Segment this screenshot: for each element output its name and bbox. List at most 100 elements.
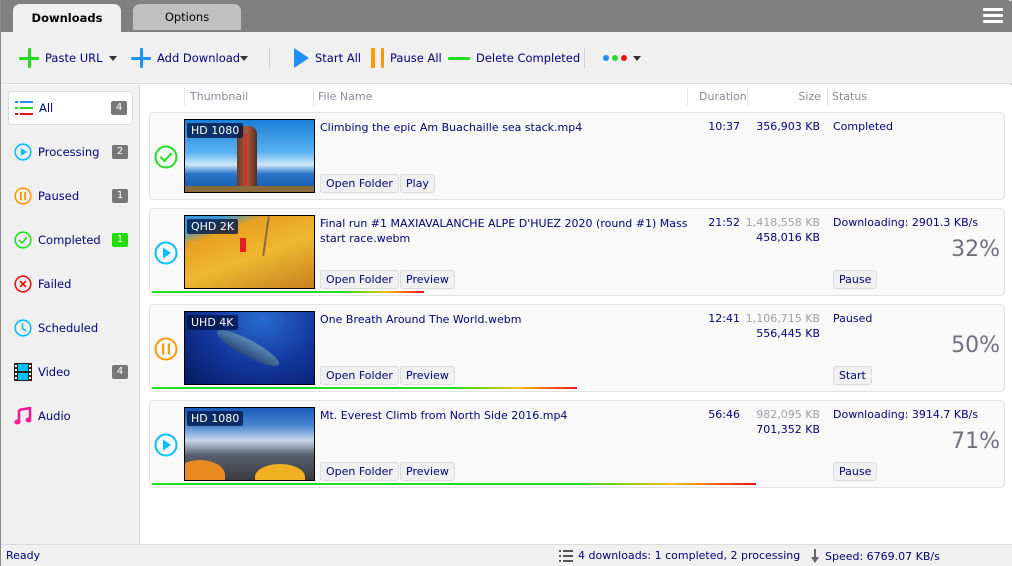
downloaded-size: 458,016 KB — [756, 231, 820, 244]
sidebar-item-scheduled[interactable]: Scheduled — [8, 311, 133, 345]
col-status[interactable]: Status — [832, 90, 867, 103]
check-circle-icon — [154, 145, 178, 169]
play-circle-icon[interactable] — [154, 433, 178, 457]
download-arrow-icon — [811, 549, 819, 563]
preview-button[interactable]: Preview — [400, 270, 455, 289]
downloads-list: Thumbnail File Name Duration Size Status… — [141, 85, 1012, 544]
add-download-label: Add Download — [157, 51, 241, 65]
video-thumbnail[interactable]: HD 1080 — [184, 407, 315, 481]
pause-circle-icon[interactable] — [154, 337, 178, 361]
status-text: Paused — [833, 312, 873, 325]
count-badge: 4 — [111, 101, 127, 115]
preview-button[interactable]: Preview — [400, 366, 455, 385]
quality-badge: QHD 2K — [187, 219, 239, 234]
hamburger-menu-icon[interactable] — [983, 8, 1003, 24]
file-name: Climbing the epic Am Buachaille sea stac… — [320, 121, 583, 134]
open-folder-button[interactable]: Open Folder — [320, 366, 399, 385]
download-row[interactable]: UHD 4K One Breath Around The World.webm … — [149, 304, 1005, 392]
download-row[interactable]: HD 1080 Mt. Everest Climb from North Sid… — [149, 400, 1005, 488]
x-circle-icon — [14, 275, 32, 293]
paste-url-dropdown[interactable] — [109, 47, 117, 69]
duration: 21:52 — [708, 216, 740, 229]
count-badge: 1 — [112, 189, 128, 203]
total-size: 1,418,558 KB — [745, 216, 820, 229]
pause-button[interactable]: Pause — [833, 462, 878, 481]
video-thumbnail[interactable]: QHD 2K — [184, 215, 315, 289]
progress-percent: 50% — [951, 333, 1000, 358]
toolbar: Paste URL Add Download Start All Pause A… — [1, 32, 1012, 84]
open-folder-button[interactable]: Open Folder — [320, 462, 399, 481]
play-circle-icon[interactable] — [154, 241, 178, 265]
chevron-down-icon — [109, 55, 117, 61]
downloaded-size: 701,352 KB — [756, 423, 820, 436]
sidebar-item-processing[interactable]: Processing 2 — [8, 135, 133, 169]
tab-downloads[interactable]: Downloads — [13, 4, 121, 32]
progress-bar — [152, 483, 756, 485]
tab-bar: Downloads Options — [1, 0, 1012, 32]
app-window: Downloads Options Paste URL Add Download… — [0, 0, 1012, 566]
sidebar-item-completed[interactable]: Completed 1 — [8, 223, 133, 257]
film-icon — [14, 363, 32, 381]
list-icon — [15, 99, 33, 117]
file-name: Final run #1 MAXIAVALANCHE ALPE D'HUEZ 2… — [320, 217, 688, 245]
sidebar-item-failed[interactable]: Failed — [8, 267, 133, 301]
music-note-icon — [14, 407, 32, 425]
sidebar-item-label: Scheduled — [38, 321, 99, 335]
sidebar-item-label: Audio — [38, 409, 71, 423]
sidebar-item-audio[interactable]: Audio — [8, 399, 133, 433]
sidebar-item-all[interactable]: All 4 — [8, 91, 133, 125]
sidebar-item-label: All — [39, 101, 54, 115]
sidebar-item-paused[interactable]: Paused 1 — [8, 179, 133, 213]
delete-completed-label: Delete Completed — [476, 51, 581, 65]
download-row[interactable]: QHD 2K Final run #1 MAXIAVALANCHE ALPE D… — [149, 208, 1005, 296]
status-bar: Ready 4 downloads: 1 completed, 2 proces… — [1, 544, 1012, 566]
count-badge: 2 — [112, 145, 128, 159]
add-download-button[interactable]: Add Download — [131, 47, 240, 69]
pause-circle-icon — [14, 187, 32, 205]
video-thumbnail[interactable]: UHD 4K — [184, 311, 315, 385]
video-thumbnail[interactable]: HD 1080 — [184, 119, 315, 193]
col-file-name[interactable]: File Name — [318, 90, 372, 103]
quality-badge: HD 1080 — [187, 123, 244, 138]
delete-completed-button[interactable]: Delete Completed — [448, 47, 580, 69]
quality-badge: UHD 4K — [187, 315, 238, 330]
pause-all-button[interactable]: Pause All — [371, 47, 442, 69]
check-circle-icon — [14, 231, 32, 249]
status-text: Completed — [833, 120, 893, 133]
status-text: Downloading: 3914.7 KB/s — [833, 408, 979, 421]
file-size: 356,903 KB — [756, 120, 820, 133]
paste-url-button[interactable]: Paste URL — [19, 47, 103, 69]
ready-text: Ready — [6, 549, 41, 562]
list-icon — [559, 549, 573, 562]
file-name: Mt. Everest Climb from North Side 2016.m… — [320, 409, 568, 422]
summary-text: 4 downloads: 1 completed, 2 processing — [578, 549, 801, 562]
add-download-dropdown[interactable] — [240, 47, 248, 69]
preview-button[interactable]: Preview — [400, 462, 455, 481]
color-dots-icon — [603, 55, 627, 61]
open-folder-button[interactable]: Open Folder — [320, 270, 399, 289]
sidebar-item-label: Processing — [38, 145, 100, 159]
sidebar-item-video[interactable]: Video 4 — [8, 355, 133, 389]
open-folder-button[interactable]: Open Folder — [320, 174, 399, 193]
pause-all-label: Pause All — [390, 51, 442, 65]
col-thumbnail[interactable]: Thumbnail — [190, 90, 248, 103]
theme-color-button[interactable] — [603, 47, 641, 69]
progress-bar — [152, 291, 424, 293]
sidebar: All 4 Processing 2 Paused 1 Completed 1 — [1, 85, 140, 544]
progress-percent: 32% — [951, 237, 1000, 262]
col-size[interactable]: Size — [798, 90, 821, 103]
play-button[interactable]: Play — [400, 174, 435, 193]
downloaded-size: 556,445 KB — [756, 327, 820, 340]
duration: 10:37 — [708, 120, 740, 133]
pause-button[interactable]: Pause — [833, 270, 878, 289]
progress-bar — [152, 387, 577, 389]
start-all-button[interactable]: Start All — [294, 47, 361, 69]
chevron-down-icon — [633, 55, 641, 61]
col-duration[interactable]: Duration — [699, 90, 747, 103]
download-row[interactable]: HD 1080 Climbing the epic Am Buachaille … — [149, 112, 1005, 200]
tab-options[interactable]: Options — [133, 4, 241, 30]
chevron-down-icon — [240, 55, 248, 61]
speed-readout: Speed: 6769.07 KB/s — [809, 549, 940, 563]
play-icon — [294, 48, 309, 68]
start-button[interactable]: Start — [833, 366, 872, 385]
